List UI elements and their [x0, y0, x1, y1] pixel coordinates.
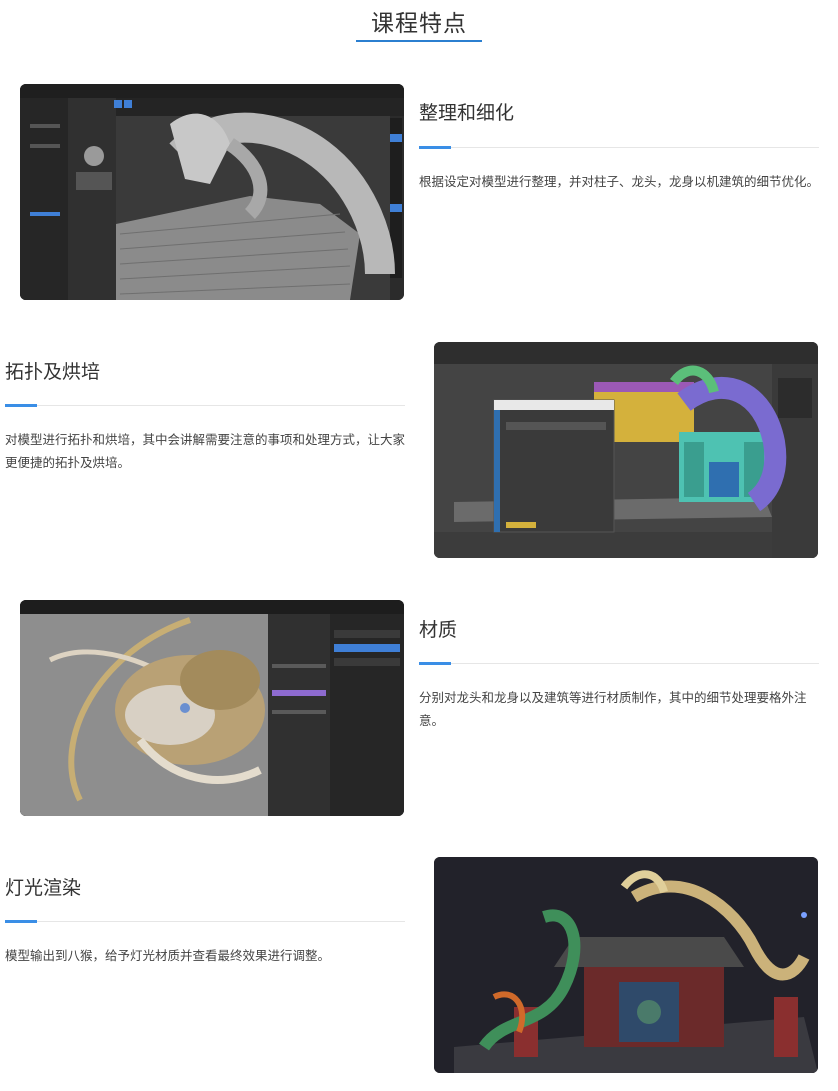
section-3-rule — [419, 663, 819, 664]
section-4-title: 灯光渲染 — [5, 877, 82, 899]
section-2-accent — [5, 404, 37, 407]
section-2-image — [434, 342, 818, 558]
title-underline — [356, 40, 482, 42]
section-1-description: 根据设定对模型进行整理，并对柱子、龙头，龙身以机建筑的细节优化。 — [419, 174, 820, 189]
section-1-image — [20, 84, 404, 300]
section-2-title: 拓扑及烘培 — [5, 361, 101, 383]
section-3-title: 材质 — [419, 619, 458, 641]
section-1-accent — [419, 146, 451, 149]
section-4-image — [434, 857, 818, 1073]
section-1-title: 整理和细化 — [419, 102, 515, 124]
section-4-description: 模型输出到八猴，给予灯光材质并查看最终效果进行调整。 — [5, 948, 331, 963]
section-3-accent — [419, 662, 451, 665]
section-3-description: 分别对龙头和龙身以及建筑等进行材质制作，其中的细节处理要格外注意。 — [419, 690, 807, 728]
section-1-rule — [419, 147, 819, 148]
section-3-image — [20, 600, 404, 816]
page-title: 课程特点 — [371, 11, 467, 37]
section-4-accent — [5, 920, 37, 923]
section-2-rule — [5, 405, 405, 406]
section-2-description: 对模型进行拓扑和烘培，其中会讲解需要注意的事项和处理方式，让大家更便捷的拓扑及烘… — [5, 432, 406, 470]
section-4-rule — [5, 921, 405, 922]
